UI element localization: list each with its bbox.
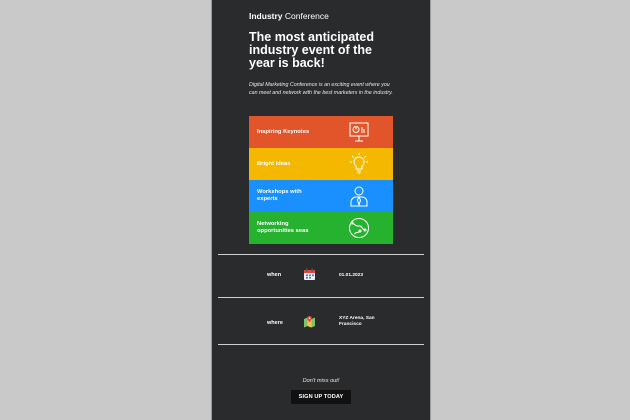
feature-label: Networking opportunities seas [257, 221, 309, 234]
headline: The most anticipated industry event of t… [249, 30, 375, 70]
presentation-icon [349, 122, 369, 142]
feature-ideas: Bright ideas [249, 148, 393, 180]
feature-label: Inspiring Keynotes [257, 128, 310, 135]
lightbulb-icon [350, 153, 368, 174]
where-value: XYZ Arena, San Francisco [339, 316, 375, 327]
sign-up-button[interactable]: SIGN UP TODAY [291, 390, 351, 404]
calendar-icon [304, 268, 315, 280]
feature-label: Workshops with experts [257, 189, 302, 202]
dont-miss-text: Don't miss out! [302, 378, 340, 384]
features-list: Inspiring Keynotes Bright ideas Workshop… [249, 116, 393, 244]
where-label: where [267, 320, 283, 326]
intro-text: Digital Marketing Conference is an excit… [249, 82, 393, 96]
brand-rest: Conference [282, 11, 329, 21]
feature-workshops: Workshops with experts [249, 180, 393, 212]
divider [218, 254, 424, 255]
person-icon [350, 186, 368, 207]
divider [218, 344, 424, 345]
when-value: 01.01.2023 [339, 273, 364, 278]
brand-bold: Industry [249, 11, 283, 21]
feature-keynotes: Inspiring Keynotes [249, 116, 393, 148]
feature-label: Bright ideas [257, 160, 291, 167]
map-icon [304, 316, 315, 328]
feature-networking: Networking opportunities seas [249, 212, 393, 244]
when-label: when [267, 272, 282, 278]
divider [218, 297, 424, 298]
brand-logo: Industry Conference [249, 11, 329, 21]
email-card: Industry Conference The most anticipated… [212, 0, 430, 420]
globe-icon [349, 218, 369, 238]
